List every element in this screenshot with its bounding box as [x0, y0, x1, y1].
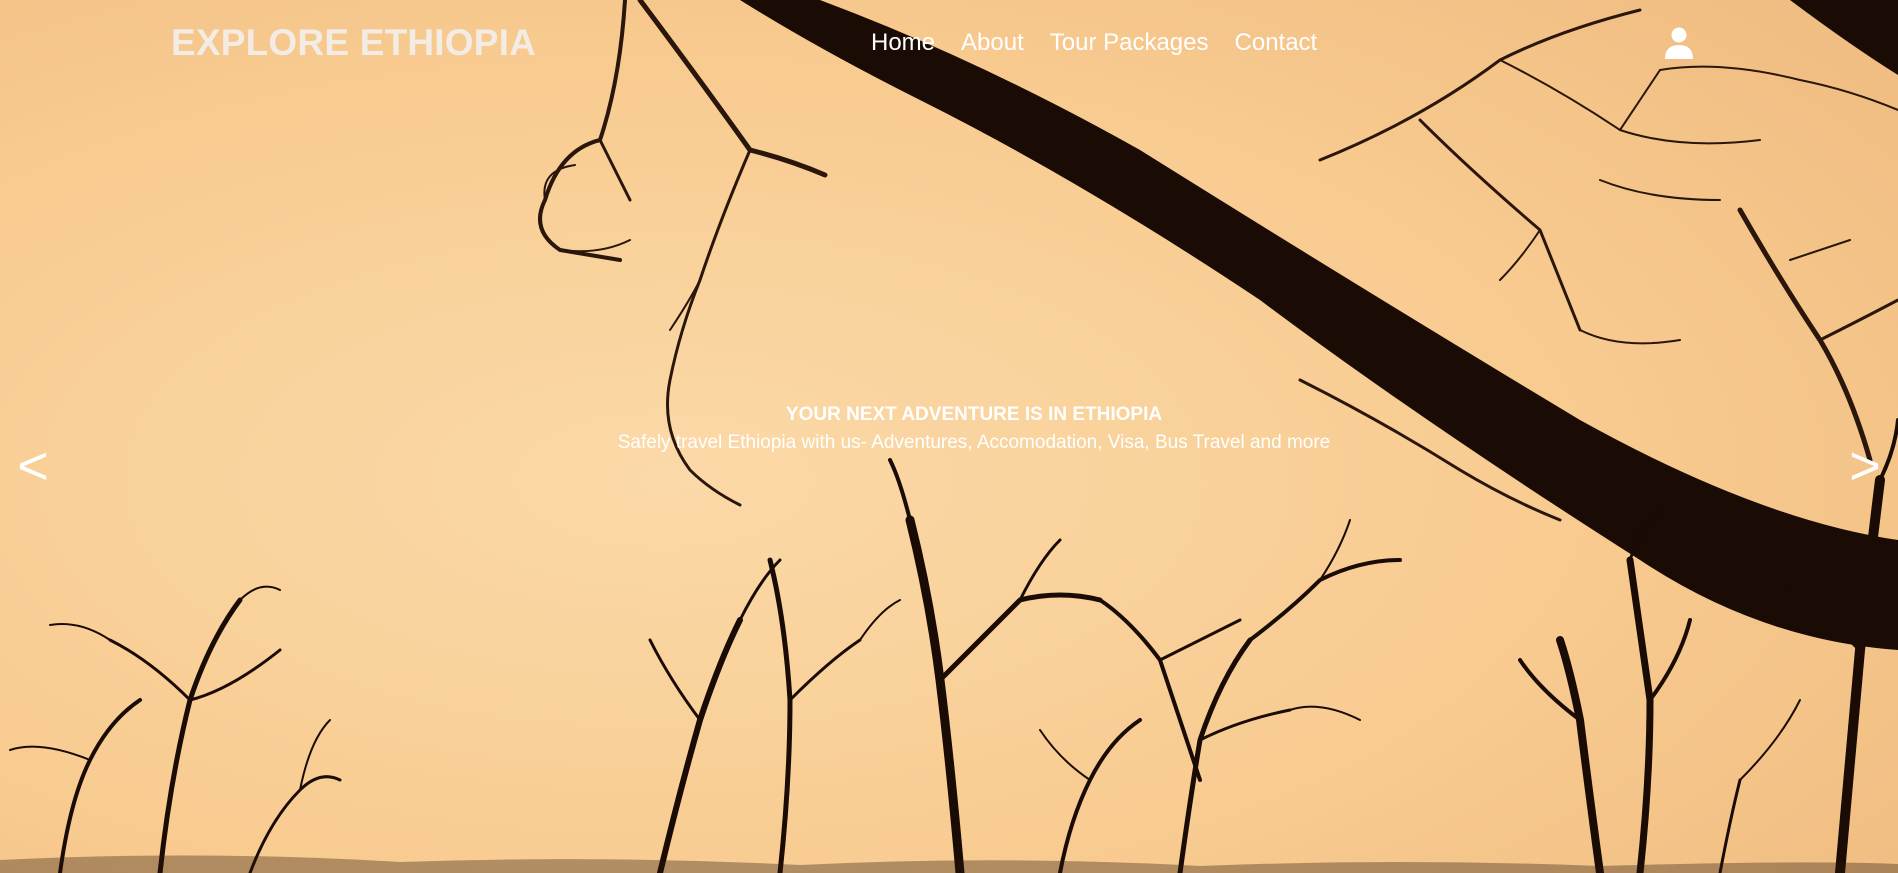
main-navigation: Home About Tour Packages Contact — [858, 26, 1330, 60]
slider-prev-button[interactable]: < — [8, 436, 58, 496]
hero-subtitle: Safely travel Ethiopia with us- Adventur… — [617, 432, 1331, 453]
slider-next-button[interactable]: > — [1840, 436, 1890, 496]
nav-link-home[interactable]: Home — [858, 26, 948, 60]
nav-link-tour-packages[interactable]: Tour Packages — [1037, 26, 1222, 60]
nav-link-contact[interactable]: Contact — [1222, 26, 1331, 60]
user-icon[interactable] — [1664, 26, 1694, 60]
hero-caption: YOUR NEXT ADVENTURE IS IN ETHIOPIA Safel… — [0, 402, 1898, 456]
hero-title: YOUR NEXT ADVENTURE IS IN ETHIOPIA — [785, 404, 1163, 425]
brand-logo-text[interactable]: EXPLORE ETHIOPIA — [171, 21, 536, 65]
nav-link-about[interactable]: About — [948, 26, 1037, 60]
top-navbar: EXPLORE ETHIOPIA Home About Tour Package… — [0, 0, 1898, 86]
